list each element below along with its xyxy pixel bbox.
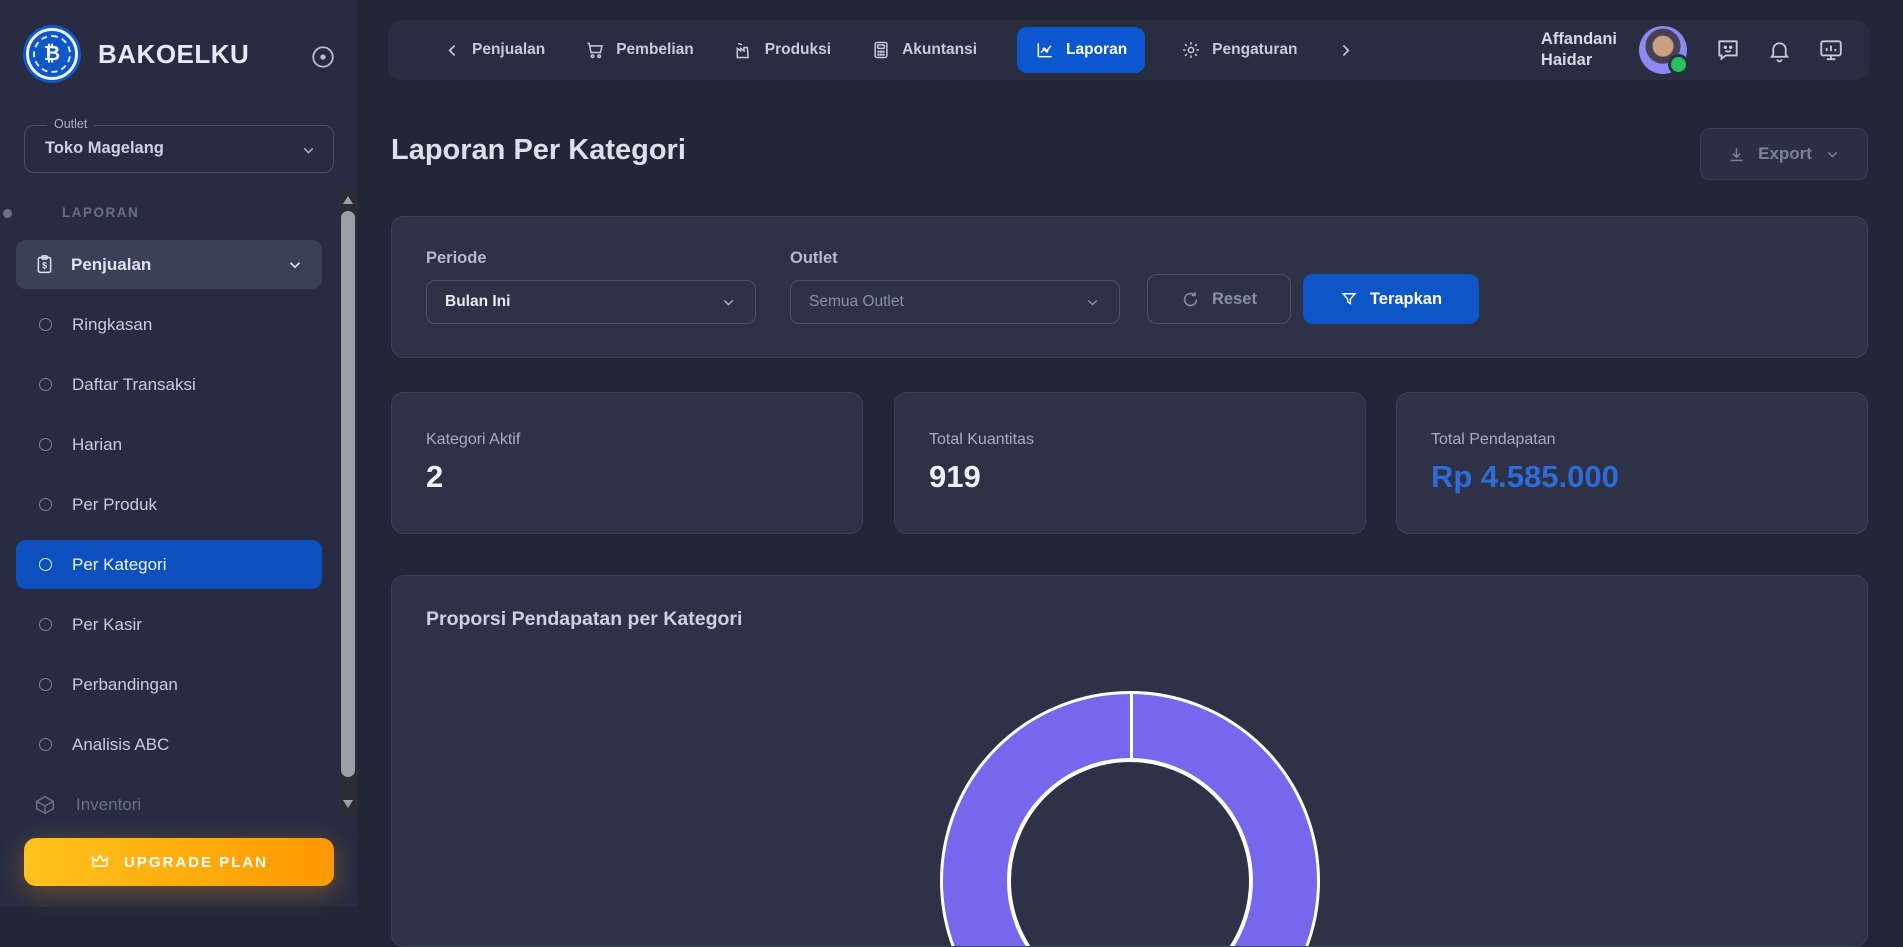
factory-icon: [734, 40, 754, 60]
top-navigation-bar: Penjualan Pembelian Produksi Akuntansi L…: [388, 20, 1870, 80]
package-icon: [34, 794, 56, 816]
bullet-icon: [39, 378, 52, 391]
terapkan-apply-button[interactable]: Terapkan: [1303, 274, 1479, 324]
crown-icon: [90, 852, 110, 872]
user-avatar[interactable]: [1639, 26, 1687, 74]
bullet-icon: [39, 498, 52, 511]
stat-card-total-kuantitas: Total Kuantitas 919: [894, 392, 1366, 534]
download-icon: [1727, 145, 1746, 164]
sidebar-item-label: Penjualan: [71, 255, 270, 275]
outlet-select[interactable]: Outlet Toko Magelang: [24, 125, 334, 173]
chart-title: Proporsi Pendapatan per Kategori: [426, 608, 742, 631]
user-name: Affandani Haidar: [1541, 29, 1617, 72]
bullet-icon: [39, 318, 52, 331]
periode-label: Periode: [426, 249, 487, 268]
chevron-down-icon: [720, 294, 737, 311]
gear-icon: [1181, 40, 1201, 60]
outlet-filter-value: Semua Outlet: [809, 293, 1084, 311]
chevron-down-icon: [1824, 146, 1841, 163]
display-monitor-icon[interactable]: [1818, 37, 1844, 63]
nav-item-pembelian[interactable]: Pembelian: [585, 40, 694, 60]
scrollbar-thumb[interactable]: [341, 211, 355, 777]
nav-item-laporan[interactable]: Laporan: [1017, 27, 1145, 73]
outlet-select-value: Toko Magelang: [45, 139, 164, 158]
sidebar-item-analisis-abc[interactable]: Analisis ABC: [16, 720, 322, 769]
brand-name: BAKOELKU: [98, 39, 249, 70]
calculator-icon: [871, 40, 891, 60]
chevron-down-icon: [1084, 294, 1101, 311]
chevron-left-icon: [444, 42, 461, 59]
section-indicator-dot: [3, 209, 12, 218]
funnel-filter-icon: [1340, 290, 1358, 308]
sidebar-item-per-produk[interactable]: Per Produk: [16, 480, 322, 529]
outlet-select-label: Outlet: [47, 117, 94, 131]
nav-scroll-right[interactable]: [1337, 42, 1354, 59]
donut-segment-divider: [1130, 692, 1133, 762]
stat-card-total-pendapatan: Total Pendapatan Rp 4.585.000: [1396, 392, 1868, 534]
sidebar-scrollbar[interactable]: [339, 189, 357, 815]
sidebar-item-perbandingan[interactable]: Perbandingan: [16, 660, 322, 709]
outlet-filter-label: Outlet: [790, 249, 838, 268]
bullet-icon: [39, 438, 52, 451]
clipboard-dollar-icon: $: [34, 254, 55, 275]
chart-line-icon: [1035, 40, 1055, 60]
nav-item-produksi[interactable]: Produksi: [734, 40, 831, 60]
sidebar-item-penjualan[interactable]: $ Penjualan: [16, 240, 322, 289]
chevron-down-icon: [286, 256, 304, 274]
donut-chart[interactable]: Total Rp 4.585.000: [940, 691, 1320, 947]
sidebar-item-ringkasan[interactable]: Ringkasan: [16, 300, 322, 349]
nav-item-pengaturan[interactable]: Pengaturan: [1181, 40, 1297, 60]
sidebar-item-per-kategori[interactable]: Per Kategori: [16, 540, 322, 589]
chevron-right-icon: [1337, 42, 1354, 59]
bullet-icon: [39, 678, 52, 691]
nav-item-akuntansi[interactable]: Akuntansi: [871, 40, 977, 60]
brand-logo-icon: ₿: [26, 28, 78, 80]
sidebar-item-per-kasir[interactable]: Per Kasir: [16, 600, 322, 649]
brand: ₿ BAKOELKU: [26, 28, 249, 80]
sidebar-item-harian[interactable]: Harian: [16, 420, 322, 469]
donut-hole: Total Rp 4.585.000: [1007, 758, 1253, 947]
sidebar-item-inventori[interactable]: Inventori: [16, 780, 322, 829]
cart-icon: [585, 40, 605, 60]
chart-card: Proporsi Pendapatan per Kategori Total R…: [391, 575, 1868, 947]
scroll-down-arrow-icon[interactable]: [343, 800, 353, 808]
sidebar-item-daftar-transaksi[interactable]: Daftar Transaksi: [16, 360, 322, 409]
bullet-icon: [39, 738, 52, 751]
notifications-bell-icon[interactable]: [1767, 38, 1792, 63]
periode-select[interactable]: Bulan Ini: [426, 280, 756, 324]
upgrade-plan-button[interactable]: UPGRADE PLAN: [24, 838, 334, 886]
reset-button[interactable]: Reset: [1147, 274, 1291, 324]
filter-card: Periode Bulan Ini Outlet Semua Outlet Re…: [391, 216, 1868, 358]
refresh-icon: [1181, 290, 1200, 309]
bullet-icon: [39, 558, 52, 571]
export-button[interactable]: Export: [1700, 128, 1868, 180]
scroll-up-arrow-icon[interactable]: [343, 196, 353, 204]
chevron-down-icon: [300, 142, 317, 159]
nav-item-penjualan[interactable]: Penjualan: [444, 41, 545, 59]
svg-text:$: $: [42, 260, 47, 270]
bullet-icon: [39, 618, 52, 631]
feedback-chat-icon[interactable]: [1715, 37, 1741, 63]
sidebar: ₿ BAKOELKU Outlet Toko Magelang LAPORAN …: [0, 0, 358, 907]
outlet-filter-select[interactable]: Semua Outlet: [790, 280, 1120, 324]
periode-select-value: Bulan Ini: [445, 293, 720, 311]
sidebar-section-laporan: LAPORAN: [62, 205, 139, 220]
sidebar-menu: $ Penjualan Ringkasan Daftar Transaksi H…: [16, 240, 322, 829]
page-title: Laporan Per Kategori: [391, 134, 686, 167]
stat-card-kategori-aktif: Kategori Aktif 2: [391, 392, 863, 534]
sidebar-collapse-icon[interactable]: [310, 44, 336, 70]
